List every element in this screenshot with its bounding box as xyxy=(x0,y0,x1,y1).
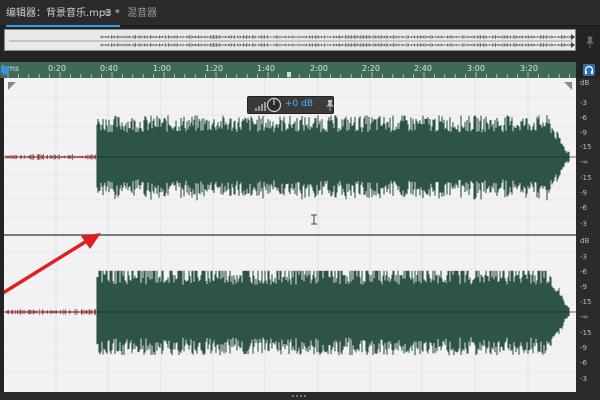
fade-out-handle xyxy=(564,82,572,90)
db-label: -9 xyxy=(580,344,587,352)
db-label: -6 xyxy=(580,204,587,212)
ruler-cursor-marker xyxy=(287,72,291,77)
resize-grip-icon[interactable] xyxy=(292,394,308,398)
db-label: -3 xyxy=(580,220,587,228)
db-label: -15 xyxy=(580,329,592,337)
annotation-arrow xyxy=(4,233,101,295)
db-label: -∞ xyxy=(580,313,589,321)
waveform-channel xyxy=(96,270,570,356)
db-scale: dB -3 -6 -9 -15 -∞ -15 -9 -6 -3 dB -3 -6 -9 -15 -∞ -15 -9… xyxy=(576,78,600,392)
db-label: -15 xyxy=(580,174,592,182)
ruler-ticks xyxy=(7,72,570,78)
text-cursor-icon xyxy=(311,214,317,225)
db-label: -∞ xyxy=(580,158,589,166)
tab-menu-icon[interactable]: ≡ xyxy=(103,5,111,23)
db-label: -15 xyxy=(580,143,592,151)
db-label: -3 xyxy=(580,253,587,261)
time-ruler[interactable]: hms 0:20 0:40 1:00 1:20 1:40 2:00 2:20 2:40 3:00 3… xyxy=(0,62,576,78)
db-label: -3 xyxy=(580,99,587,107)
waveform-channel xyxy=(96,115,570,201)
db-label: -15 xyxy=(580,298,592,306)
headphone-icon[interactable] xyxy=(583,64,595,76)
volume-knob-icon[interactable] xyxy=(266,97,282,113)
gain-value: +0 dB xyxy=(285,99,314,109)
db-label: dB xyxy=(580,79,590,87)
tab-bar: 编辑器：背景音乐.mp3 * ≡ 混音器 xyxy=(0,0,600,27)
db-label: -3 xyxy=(580,375,587,383)
db-label: -6 xyxy=(580,114,587,122)
db-label: -9 xyxy=(580,189,587,197)
waveform-display[interactable] xyxy=(4,78,576,392)
db-label: -6 xyxy=(580,268,587,276)
db-label: -9 xyxy=(580,129,587,137)
db-label: -9 xyxy=(580,283,587,291)
waveform-canvas[interactable] xyxy=(4,78,576,392)
waveform-overview[interactable] xyxy=(4,29,576,51)
db-label: -6 xyxy=(580,359,587,367)
db-label: dB xyxy=(580,237,590,245)
tab-mixer[interactable]: 混音器 xyxy=(127,5,157,23)
overview-waveform xyxy=(9,34,575,48)
audio-editor-window: 编辑器：背景音乐.mp3 * ≡ 混音器 hms 0:20 0:40 1:00 1:20… xyxy=(0,0,600,400)
pin-icon[interactable] xyxy=(585,36,595,48)
hud-pin-icon[interactable] xyxy=(326,100,334,111)
fade-in-handle xyxy=(8,82,16,90)
